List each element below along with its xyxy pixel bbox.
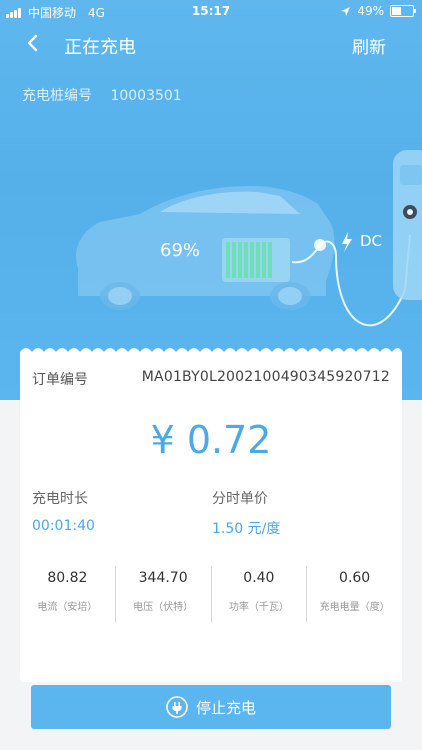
order-card: 订单编号 MA01BY0L2002100490345920712 ¥ 0.72 … xyxy=(20,348,402,682)
pile-info: 充电桩编号 10003501 xyxy=(22,85,196,105)
plug-icon xyxy=(166,696,188,718)
charge-amount: ¥ 0.72 xyxy=(150,418,272,462)
page-title: 正在充电 xyxy=(64,37,136,58)
stat-value: 344.70 xyxy=(138,570,188,586)
stat-caption: 充电电量（度） xyxy=(319,602,390,613)
order-label: 订单编号 xyxy=(32,372,88,388)
pile-label: 充电桩编号 xyxy=(22,88,92,104)
stat-power: 0.40 功率（千瓦） xyxy=(210,566,307,622)
stop-charging-button[interactable]: 停止充电 xyxy=(31,685,391,729)
stat-current: 80.82 电流（安培） xyxy=(20,566,115,622)
charge-mode: DC xyxy=(360,232,383,250)
stop-charging-label: 停止充电 xyxy=(195,698,256,717)
duration-label: 充电时长 xyxy=(32,491,88,507)
chevron-left-icon[interactable] xyxy=(22,32,44,54)
stats-row: 80.82 电流（安培） 344.70 电压（伏特） 0.40 功率（千瓦） 0… xyxy=(20,566,402,622)
unit-price-label: 分时单价 xyxy=(212,491,268,507)
location-arrow-icon xyxy=(341,6,351,16)
charging-hero: 中国移动 4G 15:17 49% 正在充电 刷新 充电桩编号 10003501 xyxy=(0,0,422,400)
stat-caption: 电流（安培） xyxy=(37,602,98,613)
pile-number: 10003501 xyxy=(110,88,182,104)
unit-price-value: 1.50 元/度 xyxy=(212,521,281,537)
refresh-button[interactable]: 刷新 xyxy=(352,33,386,58)
nav-bar: 正在充电 刷新 xyxy=(0,22,422,66)
stat-energy: 0.60 充电电量（度） xyxy=(306,566,402,622)
stat-value: 80.82 xyxy=(47,570,88,586)
charge-percent: 69% xyxy=(160,240,201,261)
ticket-edge xyxy=(20,348,402,356)
stat-caption: 功率（千瓦） xyxy=(228,602,289,613)
stat-value: 0.60 xyxy=(339,570,371,586)
car-charging-illustration xyxy=(76,150,422,327)
duration-value: 00:01:40 xyxy=(32,518,95,534)
stat-voltage: 344.70 电压（伏特） xyxy=(114,566,211,622)
lightning-bolt-icon xyxy=(342,232,352,252)
stat-caption: 电压（伏特） xyxy=(133,602,194,613)
battery-percent: 49% xyxy=(357,4,384,18)
order-number: MA01BY0L2002100490345920712 xyxy=(141,369,390,385)
battery-icon xyxy=(390,5,416,17)
status-bar: 中国移动 4G 15:17 49% xyxy=(0,0,422,22)
stat-value: 0.40 xyxy=(243,570,275,586)
